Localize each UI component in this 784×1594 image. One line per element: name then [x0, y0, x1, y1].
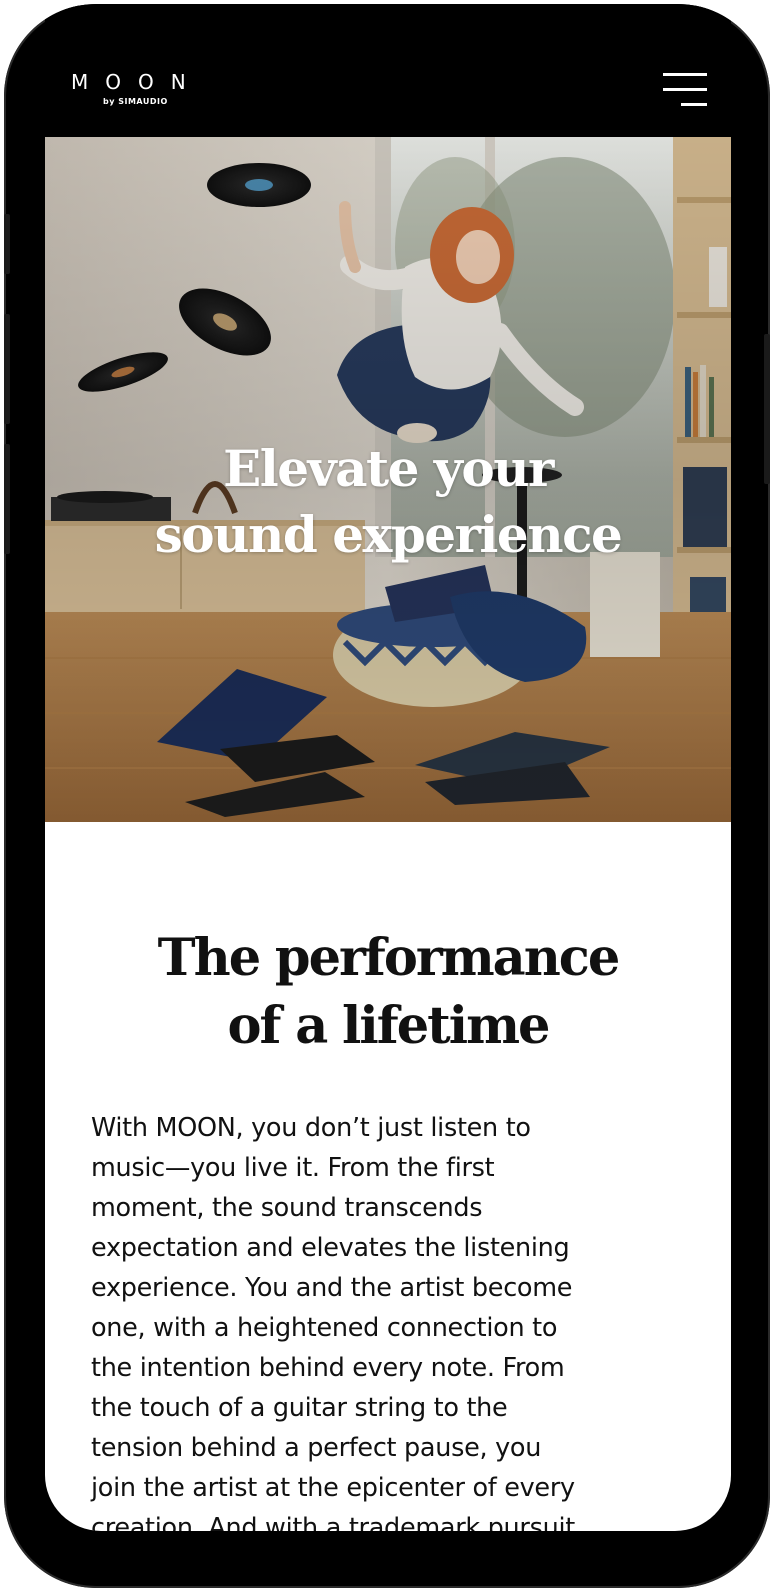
body-line: tension behind a perfect pause, you [91, 1432, 542, 1463]
section-title-line: The performance [157, 928, 621, 989]
body-line: the touch of a guitar string to the [91, 1392, 508, 1423]
section-title-line: of a lifetime [227, 996, 551, 1057]
body-line: music—you live it. From the first [91, 1152, 495, 1183]
phone-screen: MOON by SIMAUDIO Elevate your sound expe… [45, 4, 731, 1531]
brand-name: MOON [71, 70, 203, 94]
phone-side-button [4, 314, 10, 424]
hero-title-line: sound experience [154, 504, 623, 564]
section-title: The performance of a lifetime [45, 924, 731, 1060]
body-line: With MOON, you don’t just listen to [91, 1112, 531, 1143]
brand-tagline: by SIMAUDIO [103, 97, 168, 106]
menu-bar [663, 73, 707, 76]
site-header: MOON by SIMAUDIO [45, 4, 731, 137]
body-line: the intention behind every note. From [91, 1352, 565, 1383]
menu-bar [681, 103, 707, 106]
phone-side-button [4, 444, 10, 554]
body-line: moment, the sound transcends [91, 1192, 483, 1223]
body-line: expectation and elevates the listening [91, 1232, 570, 1263]
body-line: join the artist at the epicenter of ever… [91, 1472, 575, 1503]
brand-logo[interactable]: MOON by SIMAUDIO [71, 70, 203, 106]
body-line: experience. You and the artist become [91, 1272, 573, 1303]
phone-side-button [764, 334, 770, 484]
menu-bar [663, 88, 707, 91]
performance-section: The performance of a lifetime With MOON,… [45, 822, 731, 1531]
section-body: With MOON, you don’t just listen to musi… [91, 1108, 711, 1532]
body-line: one, with a heightened connection to [91, 1312, 558, 1343]
hero-title: Elevate your sound experience [45, 436, 731, 568]
hero-title-line: Elevate your [223, 438, 554, 498]
phone-frame: MOON by SIMAUDIO Elevate your sound expe… [4, 4, 770, 1588]
hamburger-menu-icon[interactable] [657, 71, 707, 111]
body-line: creation. And with a trademark pursuit [91, 1512, 575, 1532]
phone-side-button [4, 214, 10, 274]
hero-banner: Elevate your sound experience [45, 137, 731, 822]
